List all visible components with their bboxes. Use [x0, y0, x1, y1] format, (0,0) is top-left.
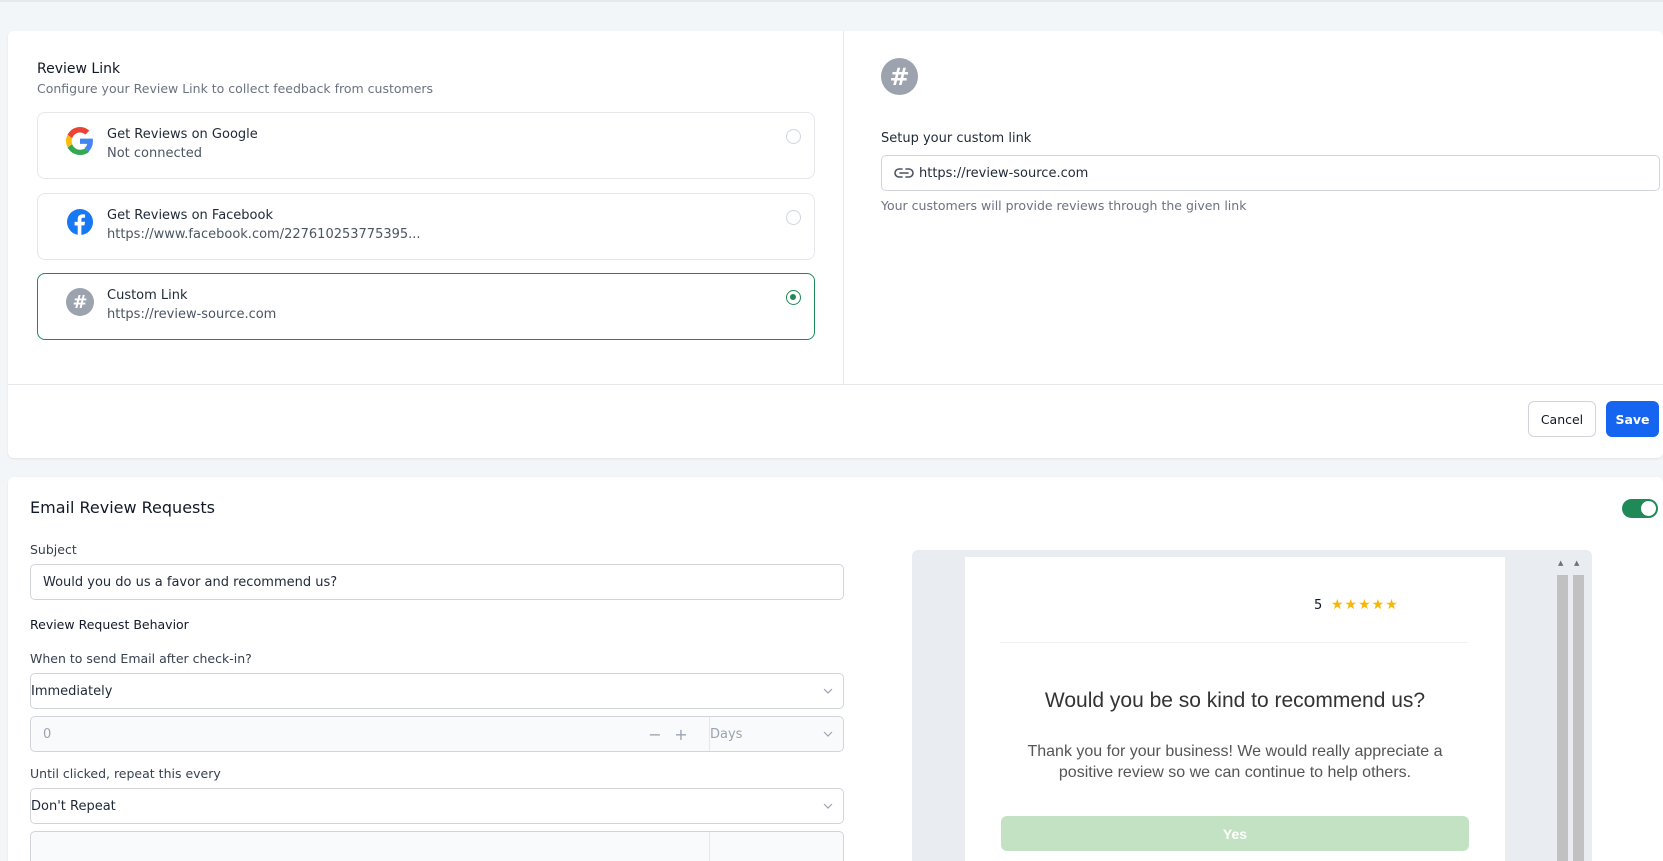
preview-message: Thank you for your business! We would re… — [1027, 743, 1443, 781]
option-custom-link[interactable]: # Custom Link https://review-source.com — [37, 273, 815, 340]
option-facebook[interactable]: Get Reviews on Facebook https://www.face… — [37, 193, 815, 260]
scroll-up-icon[interactable]: ▲ — [1558, 559, 1563, 567]
option-google-radio[interactable] — [786, 129, 801, 144]
option-facebook-detail: https://www.facebook.com/227610253775395… — [107, 227, 421, 242]
preview-scrollbar-outer[interactable]: ▲ — [1571, 557, 1585, 861]
repeat-select[interactable]: Don't Repeat — [30, 788, 844, 824]
option-google-title: Get Reviews on Google — [107, 127, 258, 142]
subject-value: Would you do us a favor and recommend us… — [43, 575, 338, 590]
preview-rating: 5 — [1314, 598, 1323, 613]
google-icon — [66, 127, 93, 155]
option-custom-detail: https://review-source.com — [107, 307, 277, 322]
send-after-label: When to send Email after check-in? — [30, 651, 252, 666]
delay-stepper: − + — [643, 723, 695, 745]
subject-label: Subject — [30, 542, 77, 557]
send-after-value: Immediately — [31, 684, 113, 699]
email-requests-title: Email Review Requests — [30, 498, 215, 517]
repeat-divider — [709, 832, 710, 861]
custom-link-value: https://review-source.com — [919, 166, 1089, 181]
link-icon — [894, 168, 914, 178]
option-facebook-radio[interactable] — [786, 210, 801, 225]
top-divider — [0, 0, 1663, 2]
repeat-label: Until clicked, repeat this every — [30, 766, 221, 781]
preview-yes-button: Yes — [1001, 816, 1469, 851]
preview-divider — [1001, 642, 1468, 643]
delay-number-input[interactable]: 0 — [43, 727, 51, 742]
increment-button[interactable]: + — [669, 723, 693, 745]
option-google-detail: Not connected — [107, 146, 202, 161]
review-link-title: Review Link — [37, 61, 121, 77]
behavior-heading: Review Request Behavior — [30, 617, 189, 632]
preview-question: Would you be so kind to recommend us? — [1044, 689, 1426, 712]
decrement-button[interactable]: − — [643, 723, 667, 745]
subject-input[interactable]: Would you do us a favor and recommend us… — [30, 564, 844, 600]
email-review-requests-card: Email Review Requests Subject Would you … — [8, 477, 1663, 861]
scroll-up-icon[interactable]: ▲ — [1574, 559, 1579, 567]
option-google[interactable]: Get Reviews on Google Not connected — [37, 112, 815, 179]
star-rating-icon: ★★★★★ — [1331, 597, 1399, 613]
chevron-down-icon — [823, 803, 833, 809]
scrollbar-thumb[interactable] — [1573, 575, 1584, 861]
save-button[interactable]: Save — [1606, 401, 1659, 437]
custom-link-panel: # Setup your custom link https://review-… — [845, 31, 1663, 384]
delay-row: 0 − + Days — [30, 716, 844, 752]
review-link-card: Review Link Configure your Review Link t… — [8, 31, 1663, 458]
option-custom-title: Custom Link — [107, 288, 188, 303]
send-after-select[interactable]: Immediately — [30, 673, 844, 709]
repeat-interval-row — [30, 831, 844, 861]
custom-link-label: Setup your custom link — [881, 131, 1032, 146]
preview-scrollbar[interactable]: ▲ — [1555, 557, 1569, 861]
chevron-down-icon — [823, 688, 833, 694]
hash-icon: # — [881, 58, 918, 95]
delay-unit-select[interactable]: Days — [710, 727, 742, 742]
custom-link-help: Your customers will provide reviews thro… — [881, 198, 1247, 213]
review-link-footer: Cancel Save — [8, 384, 1663, 458]
email-preview-page: 5 ★★★★★ Would you be so kind to recommen… — [965, 557, 1505, 861]
email-preview: 5 ★★★★★ Would you be so kind to recommen… — [912, 550, 1592, 861]
chevron-down-icon — [823, 731, 833, 737]
option-facebook-title: Get Reviews on Facebook — [107, 208, 273, 223]
review-link-subtitle: Configure your Review Link to collect fe… — [37, 81, 434, 96]
hash-icon: # — [66, 288, 94, 316]
review-link-options-panel: Review Link Configure your Review Link t… — [8, 31, 844, 384]
email-requests-toggle[interactable] — [1622, 499, 1658, 518]
option-custom-radio[interactable] — [786, 290, 801, 305]
scrollbar-thumb[interactable] — [1557, 575, 1568, 861]
repeat-value: Don't Repeat — [31, 799, 116, 814]
cancel-button[interactable]: Cancel — [1528, 401, 1596, 437]
facebook-icon — [67, 209, 93, 235]
custom-link-input[interactable]: https://review-source.com — [881, 155, 1660, 191]
